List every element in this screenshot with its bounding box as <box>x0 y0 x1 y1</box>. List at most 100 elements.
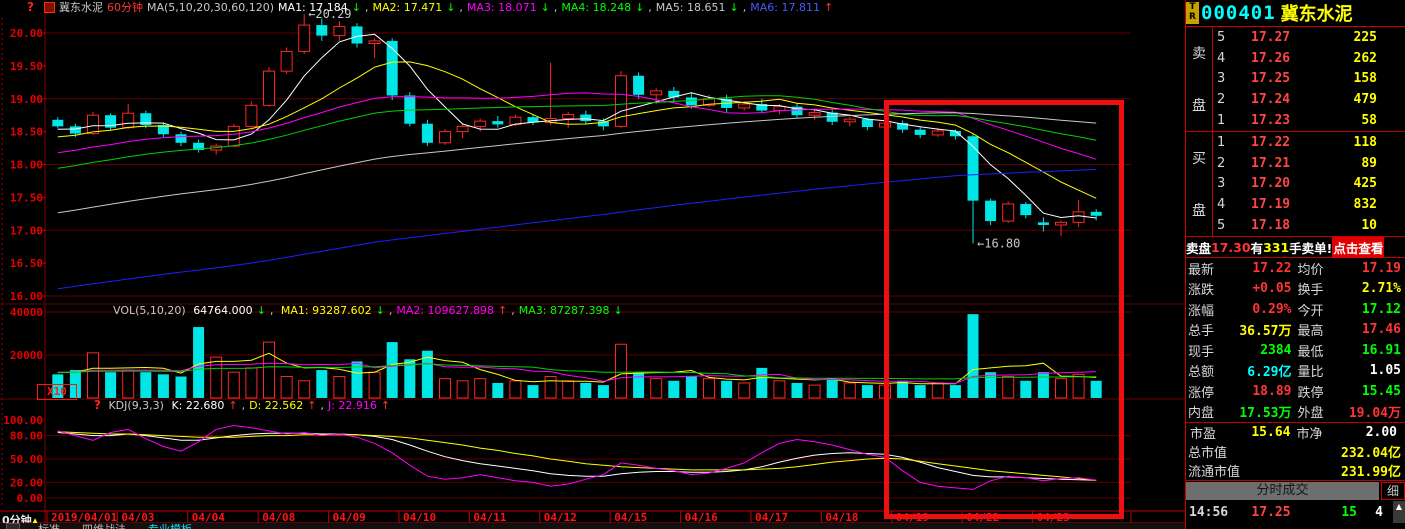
stock-code[interactable]: 000401 <box>1201 2 1276 24</box>
scroll-up-button[interactable]: ▲ <box>1393 501 1405 523</box>
indicator-reading: J: 22.916 <box>328 399 377 412</box>
stat-最新: 最新17.22 <box>1186 258 1296 279</box>
trade-tick-row: 14:56 17.25 15 4 ▲ <box>1186 501 1405 523</box>
svg-text:80.00: 80.00 <box>10 430 43 443</box>
stat-总额: 总额6.29亿 <box>1186 361 1296 382</box>
stat-总手: 总手36.57万 <box>1186 320 1296 341</box>
buy-side-label: 买盘 <box>1186 132 1212 236</box>
down-arrow-icon: ↓ <box>541 1 550 14</box>
alarm-icon[interactable] <box>44 2 55 13</box>
sell-order-alert[interactable]: 卖盘17.30有331手卖单!点击查看 <box>1186 236 1405 258</box>
indicator-reading: MA3: 87287.398 <box>519 304 610 317</box>
up-arrow-icon: ↑ <box>498 304 507 317</box>
order-level-row[interactable]: 317.25158 <box>1213 69 1405 90</box>
stat-量比: 量比1.05 <box>1296 361 1405 382</box>
stat-跌停: 跌停15.45 <box>1296 381 1405 402</box>
indicator-reading: MA1: 93287.602 <box>281 304 372 317</box>
order-level-row[interactable]: 117.22118 <box>1213 132 1405 153</box>
svg-text:40000: 40000 <box>10 306 43 319</box>
svg-text:19.50: 19.50 <box>10 60 43 73</box>
down-arrow-icon: ↓ <box>613 304 622 317</box>
down-arrow-icon: ↓ <box>730 1 739 14</box>
indicator-reading: MA5: 18.651 <box>656 1 726 14</box>
highlight-annotation-box[interactable] <box>884 100 1124 519</box>
vol-current-value: 64764.000 <box>193 304 253 317</box>
stat-换手: 换手2.71% <box>1296 279 1405 300</box>
help-icon[interactable]: ? <box>27 1 34 14</box>
ma-set-label: MA(5,10,20,30,60,120) <box>147 1 274 14</box>
svg-text:20000: 20000 <box>10 349 43 362</box>
template-tab[interactable]: 专业模板 <box>148 523 192 529</box>
svg-text:100.00: 100.00 <box>3 414 43 427</box>
template-tab[interactable]: 四维战法 <box>82 523 126 529</box>
stock-title: 冀东水泥 <box>59 1 103 14</box>
svg-text:16.50: 16.50 <box>10 257 43 270</box>
indicator-reading: MA2: 17.471 <box>372 1 442 14</box>
indicator-reading: MA6: 17.811 <box>750 1 820 14</box>
bottom-template-strip: 标准 四维战法 专业模板 <box>0 523 1191 529</box>
svg-text:0.00: 0.00 <box>17 492 44 505</box>
indicator-reading: D: 22.562 <box>249 399 303 412</box>
volume-header: VOL(5,10,20) 64764.000↓, MA1: 93287.602↓… <box>113 304 631 317</box>
kdj-indicator-label: KDJ(9,3,3) <box>108 399 164 412</box>
svg-text:20.00: 20.00 <box>10 476 43 489</box>
order-level-row[interactable]: 117.2358 <box>1213 110 1405 131</box>
tick-price: 17.25 <box>1235 505 1307 520</box>
quote-title-row: TR 000401 冀东水泥 <box>1186 0 1405 27</box>
indicator-reading: MA2: 109627.898 <box>396 304 494 317</box>
down-arrow-icon: ↓ <box>446 1 455 14</box>
order-level-row[interactable]: 517.1810 <box>1213 215 1405 236</box>
tab-detail[interactable]: 细 <box>1381 482 1405 500</box>
sell-side-label: 卖盘 <box>1186 27 1212 131</box>
up-arrow-icon: ↑ <box>824 1 833 14</box>
stat-均价: 均价17.19 <box>1296 258 1405 279</box>
strip-icon-box[interactable] <box>6 523 20 529</box>
stat-现手: 现手2384 <box>1186 340 1296 361</box>
stat-流通市值: 流通市值231.99亿 <box>1186 461 1405 480</box>
kdj-readings: K: 22.680↑,D: 22.562↑,J: 22.916↑ <box>171 399 394 412</box>
indicator-reading: MA1: 17.184 <box>278 1 348 14</box>
volume-multiplier-badge: X10 <box>37 384 77 400</box>
tick-volume: 15 <box>1307 505 1357 520</box>
indicator-reading: MA4: 18.248 <box>561 1 631 14</box>
quote-panel: TR 000401 冀东水泥 卖盘 517.27225417.26262317.… <box>1185 0 1405 529</box>
kdj-help-icon[interactable]: ? <box>94 398 101 412</box>
up-arrow-icon: ↑ <box>381 399 390 412</box>
order-level-row[interactable]: 217.24479 <box>1213 89 1405 110</box>
template-tabs: 标准 四维战法 专业模板 <box>38 521 214 529</box>
tick-count: 4 <box>1357 505 1383 520</box>
sell-levels-block: 卖盘 517.27225417.26262317.25158217.244791… <box>1186 27 1405 132</box>
svg-text:17.50: 17.50 <box>10 191 43 204</box>
order-level-row[interactable]: 517.27225 <box>1213 27 1405 48</box>
order-level-row[interactable]: 417.19832 <box>1213 194 1405 215</box>
order-level-row[interactable]: 417.26262 <box>1213 48 1405 69</box>
period-label[interactable]: 60分钟 <box>107 1 143 14</box>
svg-text:17.00: 17.00 <box>10 224 43 237</box>
valuation-rows: 市盈15.64市净2.00总市值232.04亿流通市值231.99亿 <box>1186 422 1405 480</box>
vol-arrow: ↓ <box>257 304 266 317</box>
up-arrow-icon: ↑ <box>228 399 237 412</box>
stat-总市值: 总市值232.04亿 <box>1186 442 1405 461</box>
order-level-row[interactable]: 217.2189 <box>1213 153 1405 174</box>
quote-stats-grid: 最新17.22均价17.19涨跌+0.05换手2.71%涨幅0.29%今开17.… <box>1186 258 1405 422</box>
stat-外盘: 外盘19.04万 <box>1296 402 1405 423</box>
stock-name[interactable]: 冀东水泥 <box>1281 0 1353 26</box>
vol-indicator-label: VOL(5,10,20) <box>113 304 186 317</box>
template-tab[interactable]: 标准 <box>38 523 60 529</box>
tick-time: 14:56 <box>1186 505 1235 520</box>
svg-text:18.00: 18.00 <box>10 159 43 172</box>
vol-ma-readings: MA1: 93287.602↓,MA2: 109627.898↑,MA3: 87… <box>281 304 627 317</box>
svg-text:19.00: 19.00 <box>10 93 43 106</box>
stat-市盈: 市盈15.64 <box>1188 423 1295 442</box>
indicator-reading: K: 22.680 <box>171 399 224 412</box>
up-arrow-icon: ↑ <box>307 399 316 412</box>
stat-内盘: 内盘17.53万 <box>1186 402 1296 423</box>
buy-levels-block: 买盘 117.22118217.2189317.20425417.1983251… <box>1186 132 1405 236</box>
indicator-reading: MA3: 18.071 <box>467 1 537 14</box>
kdj-header: ? KDJ(9,3,3) K: 22.680↑,D: 22.562↑,J: 22… <box>94 399 398 412</box>
trading-app-window: 20.0019.5019.0018.5018.0017.5017.0016.50… <box>0 0 1405 529</box>
click-to-view-button[interactable]: 点击查看 <box>1332 237 1384 258</box>
order-level-row[interactable]: 317.20425 <box>1213 174 1405 195</box>
tr-icon[interactable]: TR <box>1186 2 1199 24</box>
tab-intraday-trades[interactable]: 分时成交 <box>1186 482 1379 500</box>
